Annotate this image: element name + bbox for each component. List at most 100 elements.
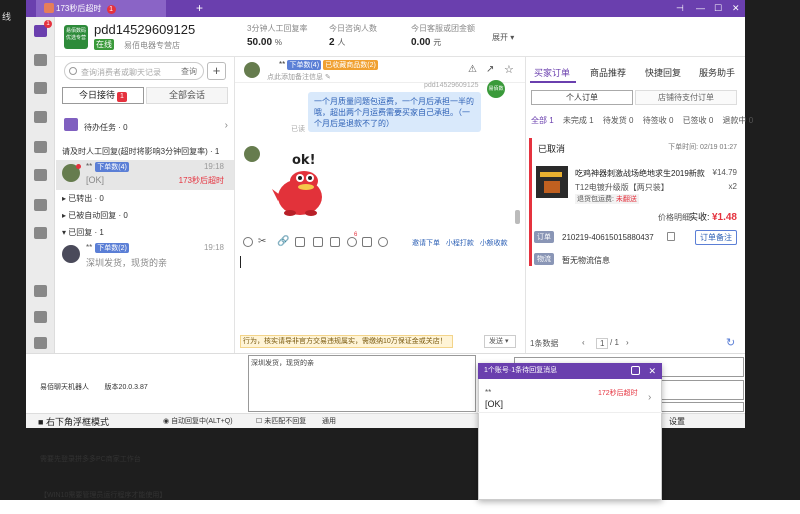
collect-link[interactable]: 小额收款: [480, 240, 508, 247]
list-icon[interactable]: [34, 337, 47, 349]
order-note-button[interactable]: 订单备注: [695, 230, 737, 245]
maximize-button[interactable]: ☐: [714, 0, 722, 17]
search-button[interactable]: 查询: [181, 66, 197, 77]
message-input[interactable]: [235, 251, 525, 331]
online-status-dropdown[interactable]: 在线: [94, 39, 114, 50]
popup-close-button[interactable]: ✕: [648, 363, 656, 379]
settings-icon[interactable]: [631, 366, 640, 375]
payment-link[interactable]: 小程打款: [446, 240, 474, 247]
refresh-icon[interactable]: ↻: [726, 336, 735, 349]
todo-label: 待办任务 · 0: [84, 123, 128, 132]
app-icon: [44, 3, 54, 13]
filter-to-ship[interactable]: 待发货 0: [603, 116, 634, 125]
desktop-right-edge: [745, 0, 800, 428]
filter-unfinished[interactable]: 未完成 1: [563, 116, 594, 125]
book-icon[interactable]: [34, 199, 47, 211]
order-count-tag: 下单数(4): [95, 162, 129, 172]
new-tab-button[interactable]: +: [196, 0, 203, 17]
minimize-button[interactable]: —: [696, 0, 705, 17]
subtab-shop-pending-orders[interactable]: 店铺待支付订单: [635, 90, 737, 105]
lock-icon[interactable]: [34, 82, 47, 94]
grid-icon[interactable]: [34, 141, 47, 153]
expand-button[interactable]: 展开 ▾: [492, 32, 514, 43]
chevron-down-icon: ▾: [510, 33, 515, 42]
shop-logo: 易佰数码 优选专营: [64, 25, 88, 49]
unread-dot: [76, 164, 81, 169]
chart-icon[interactable]: [34, 111, 47, 123]
popup-message[interactable]: [OK]: [485, 399, 503, 409]
clock-icon[interactable]: [378, 237, 388, 247]
shield-icon[interactable]: [34, 169, 47, 181]
close-window-button[interactable]: ✕: [732, 0, 740, 17]
section-replied[interactable]: ▾ 已回复 · 1: [62, 227, 104, 238]
settings-button[interactable]: 设置: [669, 416, 685, 427]
add-button[interactable]: +: [207, 62, 226, 80]
link-icon[interactable]: 🔗: [277, 236, 289, 247]
section-pending[interactable]: 请及时人工回复(超时将影响3分钟回复率) · 1: [62, 146, 219, 157]
section-label: 已转出 · 0: [68, 194, 104, 203]
tab-buyer-orders[interactable]: 买家订单: [534, 66, 570, 79]
stat-value: 2: [329, 37, 335, 48]
tab-today-reception[interactable]: 今日接待 1: [62, 87, 144, 104]
tab-badge: 1: [106, 5, 116, 14]
tab-all-sessions[interactable]: 全部会话: [146, 87, 228, 104]
scissors-icon[interactable]: ✂: [258, 236, 266, 247]
chat-scrollbar[interactable]: [515, 210, 520, 224]
send-button[interactable]: 发送 ▾: [484, 335, 516, 348]
video-icon[interactable]: [313, 237, 323, 247]
document-icon[interactable]: [34, 54, 47, 66]
todo-tasks-row[interactable]: 待办任务 · 0 ›: [62, 116, 230, 140]
float-mode-toggle[interactable]: ■ 右下角浮框模式: [38, 415, 109, 428]
tab-title: 173秒后超时: [56, 4, 102, 13]
conversation-item[interactable]: ** 下单数(2) 19:18 深圳发货，现货的亲: [56, 241, 234, 271]
pin-icon[interactable]: ⊣: [676, 0, 684, 17]
tab-service-assistant[interactable]: 服务助手: [699, 66, 735, 79]
subtab-personal-orders[interactable]: 个人订单: [531, 90, 633, 105]
star-icon[interactable]: ☆: [504, 63, 514, 76]
no-match-checkbox[interactable]: ☐ 未匹配不回复: [256, 416, 306, 426]
section-transferred[interactable]: ▸ 已转出 · 0: [62, 193, 104, 204]
mail-icon[interactable]: [34, 285, 47, 297]
file-icon[interactable]: [330, 237, 340, 247]
share-icon[interactable]: ↗: [486, 64, 494, 75]
message-time: 19:18: [203, 243, 224, 252]
square-icon: ■: [38, 417, 46, 427]
add-note-link[interactable]: 点此添加备注信息 ✎: [267, 72, 331, 82]
product-name[interactable]: 吃鸡神器刺激战场绝地求生2019新款T1...: [575, 168, 705, 179]
tab-quick-reply[interactable]: 快捷回复: [645, 66, 681, 79]
filter-refunding[interactable]: 退款中 0: [723, 116, 754, 125]
price-detail-link[interactable]: 价格明细: [658, 212, 690, 223]
window-tab[interactable]: 173秒后超时 1: [36, 0, 166, 17]
invite-order-link[interactable]: 邀请下单: [412, 240, 440, 247]
filter-to-receive[interactable]: 待签收 0: [643, 116, 674, 125]
warning-icon[interactable]: ⚠: [468, 64, 477, 75]
filter-all[interactable]: 全部 1: [531, 116, 554, 125]
coupon-icon[interactable]: [347, 237, 357, 247]
filter-received[interactable]: 已签收 0: [683, 116, 714, 125]
copy-icon[interactable]: [667, 232, 675, 241]
auto-reply-radio[interactable]: ◉ 自动回复中(ALT+Q): [163, 416, 233, 426]
stat-amount: 今日客服或团金额 0.00 元: [411, 23, 475, 48]
conversation-item[interactable]: ** 下单数(4) 19:18 [OK] 173秒后超时: [56, 160, 234, 190]
tab-product-recommend[interactable]: 商品推荐: [590, 66, 626, 79]
speaker-icon[interactable]: [34, 227, 47, 239]
home-icon[interactable]: [34, 311, 47, 323]
image-icon[interactable]: [295, 237, 305, 247]
common-select[interactable]: 通用: [322, 416, 336, 426]
emoji-icon[interactable]: [243, 237, 253, 247]
order-filters: 全部 1 未完成 1 待发货 0 待签收 0 已签收 0 退款中 0: [531, 115, 760, 126]
prev-page-button[interactable]: ‹: [582, 338, 585, 347]
robot-reply-textarea[interactable]: 深圳发货，现货的亲: [248, 355, 476, 412]
next-page-button[interactable]: ›: [626, 338, 629, 347]
return-value: 未翻送: [615, 196, 637, 203]
folder-icon[interactable]: [362, 237, 372, 247]
search-input[interactable]: 查询消费者或聊天记录 查询: [64, 62, 204, 80]
robot-line: 易佰聊天机器人 版本20.0.3.87: [40, 384, 148, 391]
read-status: 已读: [291, 126, 305, 133]
paid-label: 实收:: [688, 212, 712, 222]
chevron-right-icon[interactable]: ›: [648, 392, 651, 403]
page-number[interactable]: 1: [596, 338, 609, 349]
logistics-info: 暂无物流信息: [562, 256, 610, 265]
product-thumbnail[interactable]: [536, 166, 568, 198]
section-auto-replied[interactable]: ▸ 已被自动回复 · 0: [62, 210, 128, 221]
